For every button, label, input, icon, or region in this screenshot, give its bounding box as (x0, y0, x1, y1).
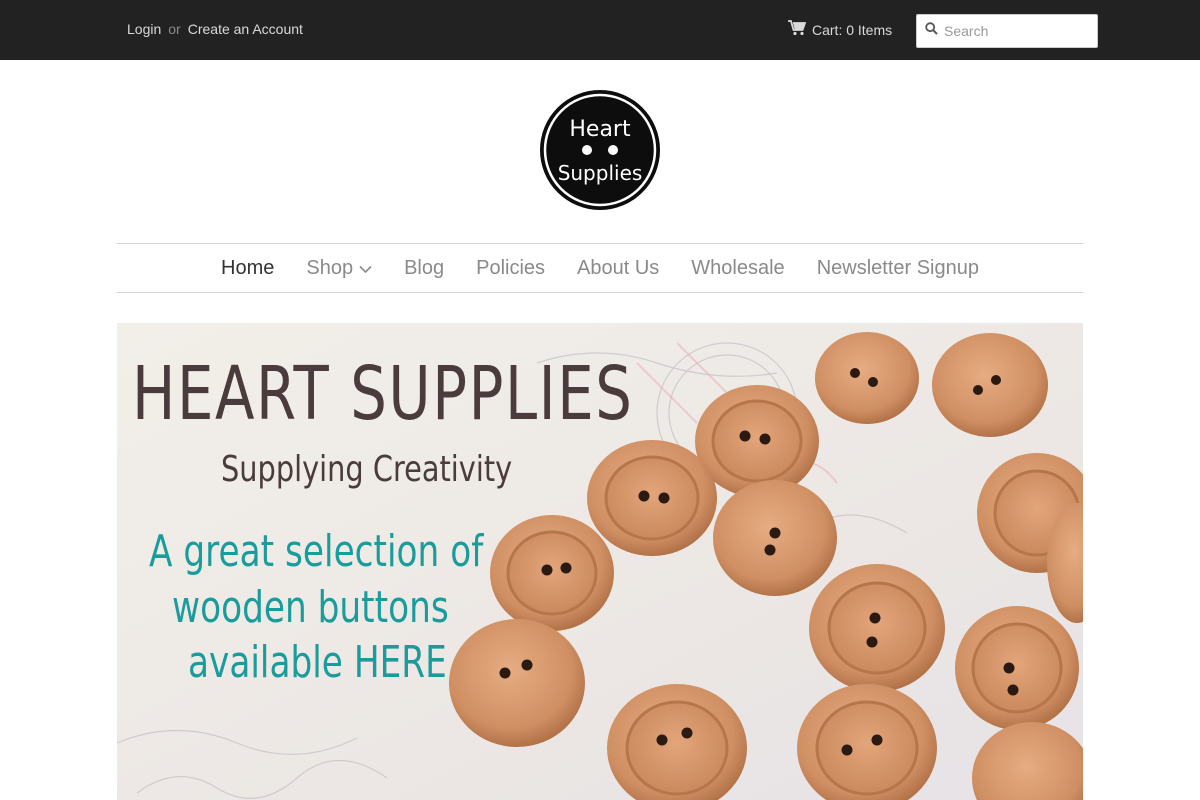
nav-item-policies[interactable]: Policies (460, 257, 561, 280)
nav-item-label: Home (221, 256, 275, 279)
or-separator: or (168, 21, 181, 37)
account-links: Login or Create an Account (127, 21, 303, 37)
nav-item-label: Wholesale (691, 256, 785, 279)
hero-banner[interactable]: HEART SUPPLIES Supplying Creativity A gr… (117, 323, 1083, 800)
nav-item-blog[interactable]: Blog (388, 257, 460, 280)
cart-label: Cart: 0 Items (812, 21, 893, 38)
logo-line-1: Heart (569, 117, 631, 142)
logo-line-2: Supplies (558, 161, 643, 185)
nav-item-newsletter-signup[interactable]: Newsletter Signup (801, 257, 995, 280)
hero-title: HEART SUPPLIES (132, 351, 634, 437)
hero-line-2: wooden buttons (172, 582, 449, 633)
main-nav: Home Shop Blog Policies About Us Wholesa… (117, 243, 1083, 293)
search-input[interactable] (944, 17, 1084, 45)
create-account-link[interactable]: Create an Account (188, 21, 303, 37)
hero-subtitle: Supplying Creativity (221, 449, 513, 490)
nav-item-label: Newsletter Signup (816, 256, 979, 279)
login-link[interactable]: Login (127, 21, 161, 37)
nav-item-wholesale[interactable]: Wholesale (675, 257, 800, 280)
nav-item-home[interactable]: Home (205, 257, 290, 280)
nav-item-label: About Us (577, 256, 660, 279)
hero-line-3: available HERE (188, 637, 447, 688)
nav-item-label: Shop (306, 256, 354, 279)
store-logo[interactable]: Heart Supplies (536, 86, 664, 214)
hero-line-1: A great selection of (149, 526, 484, 577)
search-icon (925, 22, 938, 40)
nav-item-about-us[interactable]: About Us (561, 257, 675, 280)
chevron-down-icon (359, 257, 372, 280)
cart-link[interactable]: Cart: 0 Items (788, 20, 892, 39)
nav-item-label: Policies (476, 256, 546, 279)
shopping-cart-icon (788, 20, 807, 39)
nav-item-shop[interactable]: Shop (290, 257, 388, 280)
top-bar: Login or Create an Account Cart: 0 Items (0, 0, 1200, 60)
search-box[interactable] (916, 14, 1098, 48)
nav-item-label: Blog (404, 256, 445, 279)
